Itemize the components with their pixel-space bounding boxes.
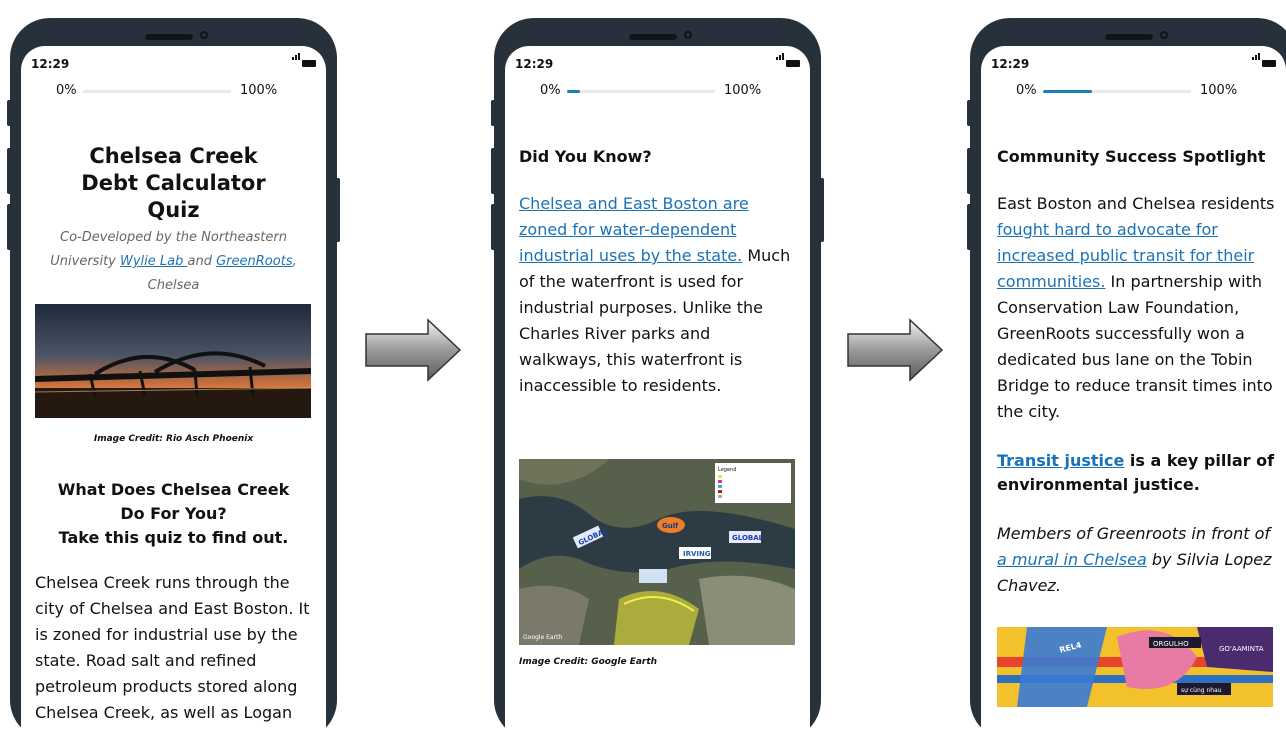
progress-start-label: 0%	[56, 83, 77, 98]
quiz-title: Chelsea Creek Debt Calculator Quiz	[81, 144, 266, 222]
zoning-link[interactable]: Chelsea and East Boston are zoned for wa…	[519, 194, 749, 265]
quiz-progress: 0% 100%	[21, 83, 326, 99]
progress-track	[1043, 90, 1191, 93]
progress-end-label: 100%	[240, 83, 278, 98]
mural-link[interactable]: a mural in Chelsea	[997, 550, 1147, 569]
transit-justice-link[interactable]: Transit justice	[997, 451, 1124, 470]
volume-down-button	[7, 204, 13, 250]
quiz-progress: 0% 100%	[981, 83, 1286, 99]
map-label-gulf: Gulf	[662, 522, 679, 530]
intro-paragraph: Chelsea Creek runs through the city of C…	[35, 573, 310, 722]
volume-up-button	[967, 148, 973, 194]
status-bar: 12:29	[515, 53, 800, 73]
transit-paragraph: East Boston and Chelsea residents fought…	[997, 194, 1275, 421]
quiz-progress: 0% 100%	[505, 83, 810, 99]
phone-frame-1: 12:29 0% 100% Chelsea Creek Debt Calcula…	[7, 18, 340, 740]
battery-icon	[786, 60, 800, 67]
status-time: 12:29	[991, 57, 1030, 71]
phone-frame-2: 12:29 0% 100% Did You Know? Chelsea and …	[491, 18, 824, 740]
phone-frame-3: 12:29 0% 100% Community Success Spotligh…	[967, 18, 1286, 740]
progress-start-label: 0%	[540, 83, 561, 98]
speaker-grille	[145, 34, 193, 40]
phone-screen-1: 12:29 0% 100% Chelsea Creek Debt Calcula…	[21, 46, 326, 740]
tobin-bridge-photo	[35, 304, 311, 418]
mural-caption: Members of Greenroots in front of a mura…	[997, 524, 1272, 595]
greenroots-link[interactable]: GreenRoots	[216, 254, 292, 269]
progress-track	[83, 90, 231, 93]
front-camera	[200, 31, 208, 39]
status-time: 12:29	[515, 57, 554, 71]
map-legend-title: Legend	[718, 467, 736, 473]
mute-switch	[491, 100, 497, 126]
progress-track	[567, 90, 715, 93]
map-label-irving: IRVING	[683, 550, 711, 558]
waterfront-map-image: GLOBAL Gulf IRVING GLOBAL Legend Google …	[519, 459, 795, 645]
progress-start-label: 0%	[1016, 83, 1037, 98]
progress-fill	[1043, 90, 1092, 93]
front-camera	[684, 31, 692, 39]
mute-switch	[967, 100, 973, 126]
battery-icon	[302, 60, 316, 67]
arrow-right-icon	[847, 318, 944, 382]
arrow-right-icon	[365, 318, 462, 382]
front-camera	[1160, 31, 1168, 39]
zoning-paragraph: Chelsea and East Boston are zoned for wa…	[519, 194, 791, 395]
phone-screen-3: 12:29 0% 100% Community Success Spotligh…	[981, 46, 1286, 740]
mute-switch	[7, 100, 13, 126]
progress-end-label: 100%	[1200, 83, 1238, 98]
volume-up-button	[7, 148, 13, 194]
map-label-global-2: GLOBAL	[732, 534, 764, 542]
quiz-subtitle: Co-Developed by the Northeastern Univers…	[50, 230, 297, 293]
wylie-lab-link[interactable]: Wylie Lab	[120, 254, 188, 269]
quiz-heading: What Does Chelsea Creek Do For You? Take…	[57, 480, 290, 547]
status-bar: 12:29	[991, 53, 1276, 73]
mural-word-4: sự cùng nhau	[1181, 687, 1222, 694]
mural-word-1: ORGULHO	[1153, 640, 1189, 648]
mural-photo: ORGULHO GO'AAMINTA REL4 sự cùng nhau	[997, 627, 1273, 707]
volume-down-button	[967, 204, 973, 250]
did-you-know-heading: Did You Know?	[519, 147, 652, 166]
image-credit-1: Image Credit: Rio Asch Phoenix	[93, 434, 254, 444]
image-credit-2: Image Credit: Google Earth	[519, 657, 658, 667]
progress-fill	[567, 90, 581, 93]
mural-word-2: GO'AAMINTA	[1219, 645, 1264, 653]
transit-justice-statement: Transit justice is a key pillar of envir…	[997, 451, 1275, 494]
volume-up-button	[491, 148, 497, 194]
phone-screen-2: 12:29 0% 100% Did You Know? Chelsea and …	[505, 46, 810, 740]
spotlight-heading: Community Success Spotlight	[997, 147, 1266, 166]
status-time: 12:29	[31, 57, 70, 71]
power-button	[334, 178, 340, 242]
speaker-grille	[1105, 34, 1153, 40]
speaker-grille	[629, 34, 677, 40]
status-bar: 12:29	[31, 53, 316, 73]
progress-end-label: 100%	[724, 83, 762, 98]
battery-icon	[1262, 60, 1276, 67]
volume-down-button	[491, 204, 497, 250]
map-google-earth-watermark: Google Earth	[523, 634, 562, 641]
power-button	[818, 178, 824, 242]
